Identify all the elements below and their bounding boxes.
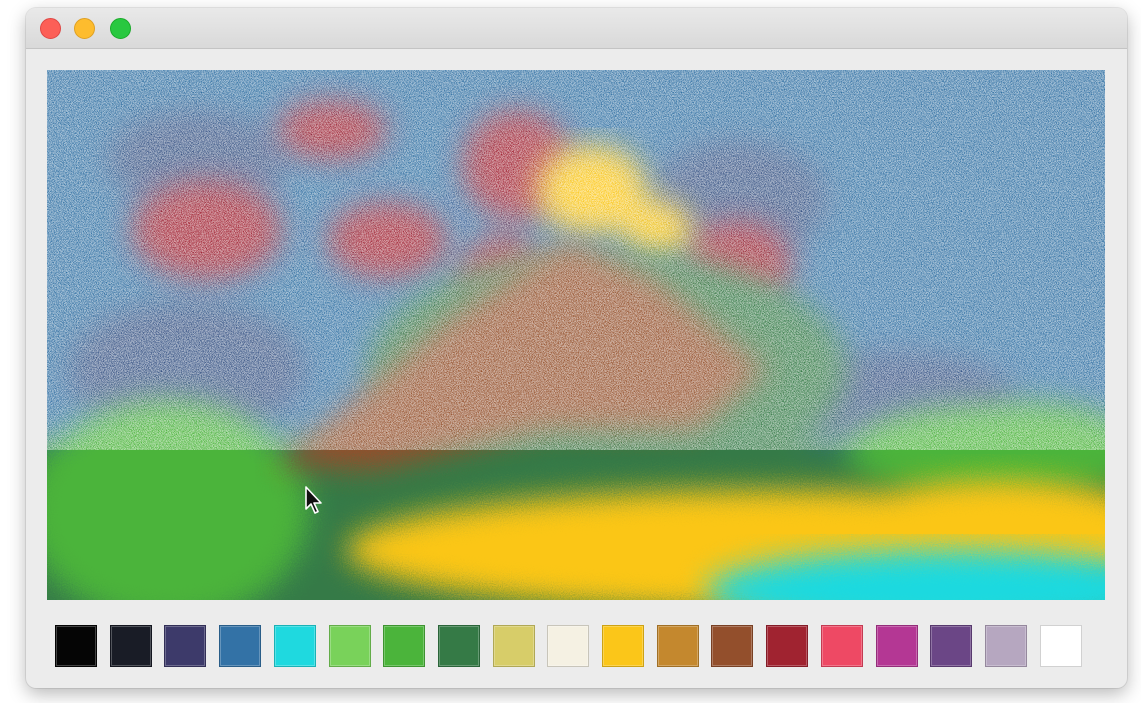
- arrow-cursor-icon: [305, 486, 322, 514]
- color-swatch[interactable]: [711, 625, 753, 667]
- minimize-icon[interactable]: [74, 18, 95, 39]
- color-swatch[interactable]: [329, 625, 371, 667]
- close-icon[interactable]: [40, 18, 61, 39]
- color-swatch[interactable]: [1040, 625, 1082, 667]
- color-swatch[interactable]: [219, 625, 261, 667]
- canvas-painting: [47, 70, 1105, 600]
- color-swatch[interactable]: [876, 625, 918, 667]
- title-bar[interactable]: [26, 8, 1127, 49]
- color-swatch[interactable]: [602, 625, 644, 667]
- color-swatch[interactable]: [438, 625, 480, 667]
- drawing-canvas[interactable]: [47, 70, 1105, 600]
- color-swatch[interactable]: [657, 625, 699, 667]
- color-swatch[interactable]: [821, 625, 863, 667]
- zoom-icon[interactable]: [110, 18, 131, 39]
- color-swatch[interactable]: [55, 625, 97, 667]
- color-swatch[interactable]: [985, 625, 1027, 667]
- paint-app-window: [26, 8, 1127, 688]
- color-swatch[interactable]: [383, 625, 425, 667]
- color-swatch[interactable]: [164, 625, 206, 667]
- color-swatch[interactable]: [274, 625, 316, 667]
- color-swatch[interactable]: [493, 625, 535, 667]
- color-swatch[interactable]: [930, 625, 972, 667]
- color-swatch[interactable]: [547, 625, 589, 667]
- color-swatch[interactable]: [110, 625, 152, 667]
- color-swatch[interactable]: [766, 625, 808, 667]
